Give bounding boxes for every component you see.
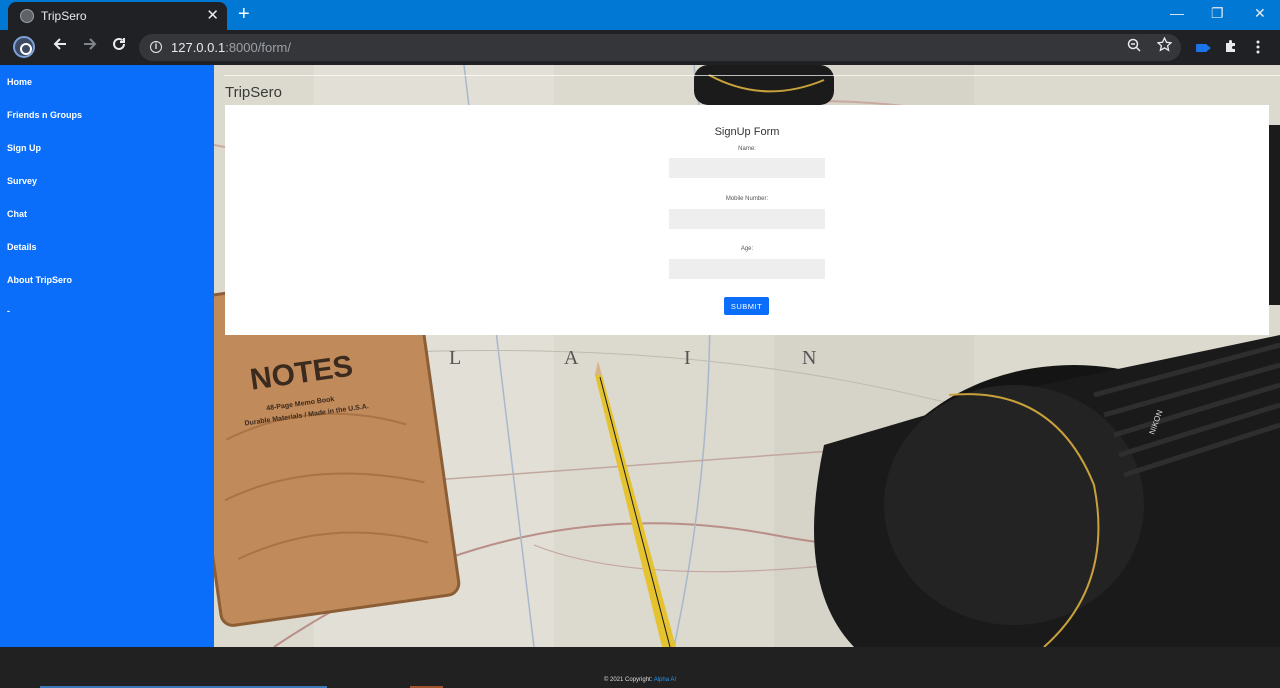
site-brand: TripSero [225, 84, 282, 101]
sidebar-item-dropdown[interactable]: - [7, 306, 10, 316]
sidebar-item-friends-n-groups[interactable]: Friends n Groups [7, 110, 82, 120]
mobile-number-label: Mobile Number: [725, 196, 769, 202]
sidebar-item-sign-up[interactable]: Sign Up [7, 143, 41, 153]
svg-text:N: N [802, 347, 816, 369]
footer: © 2021 Copyright: Alpha AI [0, 647, 1280, 688]
browser-tab[interactable]: TripSero ✕ [8, 2, 227, 30]
reload-icon[interactable] [111, 36, 127, 57]
video-camera-icon[interactable] [1196, 44, 1211, 52]
maximize-icon[interactable]: ❐ [1211, 5, 1224, 22]
name-label: Name: [738, 146, 756, 152]
svg-text:L: L [449, 347, 461, 369]
close-window-icon[interactable]: ✕ [1254, 5, 1266, 22]
bookmark-star-icon[interactable] [1156, 36, 1173, 56]
browser-titlebar: TripSero ✕ + — ❐ ✕ [0, 0, 1280, 30]
tab-title: TripSero [41, 9, 87, 23]
new-tab-button[interactable]: + [238, 3, 250, 26]
age-label: Age: [740, 246, 754, 252]
extension-logo-icon[interactable] [13, 36, 35, 58]
svg-text:I: I [684, 347, 691, 369]
more-menu-icon[interactable] [1256, 40, 1260, 57]
sidebar-item-survey[interactable]: Survey [7, 176, 37, 186]
form-title: SignUp Form [714, 126, 780, 138]
close-tab-icon[interactable]: ✕ [206, 6, 219, 24]
sidebar-item-about-tripsero[interactable]: About TripSero [7, 275, 72, 285]
sidebar-item-chat[interactable]: Chat [7, 209, 27, 219]
url-text: 127.0.0.1:8000/form/ [171, 40, 291, 55]
signup-form: SignUp Form Name: Mobile Number: Age: SU… [225, 105, 1269, 335]
forward-arrow-icon[interactable] [82, 36, 98, 57]
browser-toolbar: i 127.0.0.1:8000/form/ [0, 30, 1280, 65]
address-bar[interactable]: i 127.0.0.1:8000/form/ [139, 34, 1181, 61]
sidebar-item-details[interactable]: Details [7, 242, 37, 252]
minimize-icon[interactable]: — [1170, 5, 1184, 21]
svg-text:A: A [564, 347, 579, 369]
age-input[interactable] [669, 259, 825, 279]
sidebar-item-home[interactable]: Home [7, 77, 32, 87]
globe-icon [20, 9, 34, 23]
sidebar: Home Friends n Groups Sign Up Survey Cha… [0, 65, 214, 647]
zoom-icon[interactable] [1127, 38, 1141, 55]
puzzle-extensions-icon[interactable] [1224, 39, 1238, 56]
back-arrow-icon[interactable] [52, 36, 68, 57]
footer-author-link[interactable]: Alpha AI [654, 677, 676, 683]
header-divider [224, 75, 1280, 76]
mobile-number-input[interactable] [669, 209, 825, 229]
submit-button[interactable]: SUBMIT [724, 297, 769, 315]
footer-copyright: © 2021 Copyright: Alpha AI [603, 677, 677, 683]
name-input[interactable] [669, 158, 825, 178]
info-icon[interactable]: i [150, 41, 162, 53]
